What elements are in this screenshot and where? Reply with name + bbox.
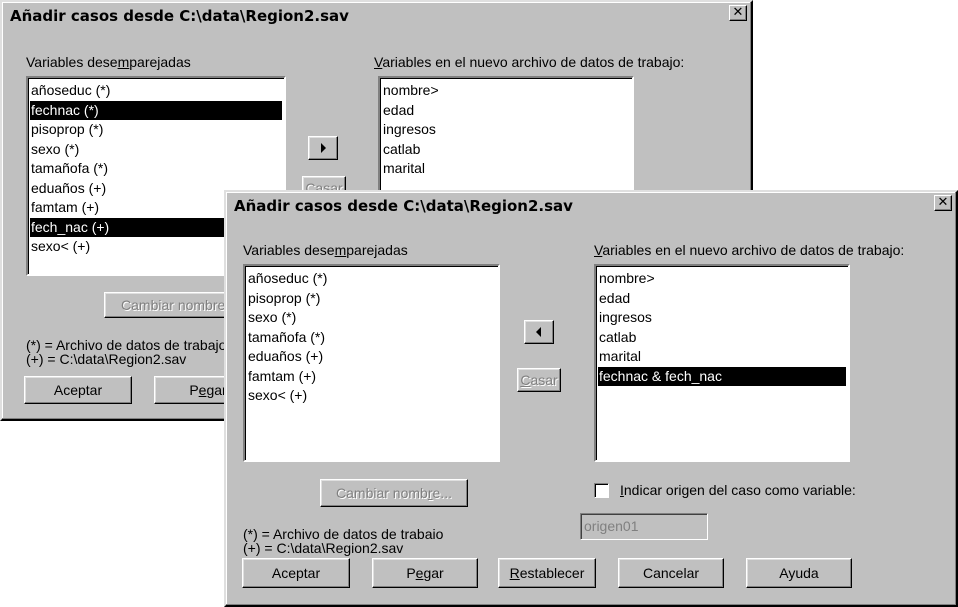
cancel-button[interactable]: Cancelar: [618, 558, 724, 588]
unpaired-variables-listbox[interactable]: añoseduc (*) pisoprop (*) sexo (*) tamañofa…: [243, 264, 500, 462]
new-vars-listbox[interactable]: nombre> edad ingresos catlab marital fechnac …: [594, 264, 850, 462]
back-legend-line1: (*) = Archivo de datos de trabajo: [26, 337, 227, 353]
close-icon: ✕: [732, 5, 744, 20]
list-item[interactable]: marital: [598, 347, 846, 367]
list-item[interactable]: tamañofa (*): [247, 328, 496, 348]
new-vars-label: Variables en el nuevo archivo de datos d…: [594, 242, 905, 258]
unpaired-variables-label: Variables desemparejadas: [243, 242, 408, 258]
list-item[interactable]: sexo (*): [247, 308, 496, 328]
list-item[interactable]: edad: [598, 289, 846, 309]
list-item[interactable]: nombre>: [382, 81, 630, 101]
ok-button[interactable]: Aceptar: [242, 558, 350, 588]
legend-line2: (+) = C:\data\Region2.sav: [243, 540, 404, 556]
list-item[interactable]: añoseduc (*): [30, 81, 282, 101]
list-item[interactable]: ingresos: [598, 308, 846, 328]
list-item[interactable]: añoseduc (*): [247, 269, 496, 289]
list-item[interactable]: ingresos: [382, 120, 630, 140]
indicate-origin-checkbox[interactable]: [594, 483, 609, 498]
back-dialog-close-button[interactable]: ✕: [729, 5, 747, 21]
back-move-right-button[interactable]: [308, 136, 338, 160]
back-ok-button[interactable]: Aceptar: [24, 376, 132, 404]
indicate-origin-label: Indicar origen del caso como variable:: [620, 482, 856, 498]
list-item[interactable]: catlab: [382, 140, 630, 160]
list-item[interactable]: sexo< (+): [247, 386, 496, 406]
list-item[interactable]: famtam (+): [247, 367, 496, 387]
front-dialog-close-button[interactable]: ✕: [934, 195, 952, 211]
rename-button[interactable]: Cambiar nombre...: [320, 479, 468, 507]
back-legend-line2: (+) = C:\data\Region2.sav: [26, 351, 187, 367]
list-item[interactable]: catlab: [598, 328, 846, 348]
list-item[interactable]: tamañofa (*): [30, 159, 282, 179]
reset-button[interactable]: Restablecer: [498, 558, 596, 588]
list-item[interactable]: fechnac (*): [30, 100, 282, 120]
move-left-button[interactable]: [524, 320, 554, 344]
paste-button[interactable]: Pegar: [372, 558, 478, 588]
list-item[interactable]: pisoprop (*): [30, 120, 282, 140]
back-new-vars-label: Variables en el nuevo archivo de datos d…: [374, 54, 685, 70]
list-item[interactable]: pisoprop (*): [247, 289, 496, 309]
help-button[interactable]: Ayuda: [746, 558, 852, 588]
legend-line1: (*) = Archivo de datos de trabaio: [243, 526, 444, 542]
arrow-right-icon: [321, 143, 326, 153]
list-item[interactable]: nombre>: [598, 269, 846, 289]
close-icon: ✕: [937, 195, 949, 210]
front-dialog: Añadir casos desde C:\data\Region2.sav ✕…: [224, 190, 958, 607]
match-button[interactable]: Casar: [517, 368, 561, 392]
list-item[interactable]: eduaños (+): [247, 347, 496, 367]
origin-variable-field[interactable]: origen01: [580, 513, 708, 540]
list-item[interactable]: marital: [382, 159, 630, 179]
list-item[interactable]: edad: [382, 101, 630, 121]
back-unpaired-label: Variables desemparejadas: [26, 54, 191, 70]
list-item[interactable]: fechnac & fech_nac: [598, 366, 846, 386]
arrow-left-icon: [536, 327, 541, 337]
list-item[interactable]: sexo (*): [30, 140, 282, 160]
front-dialog-title: Añadir casos desde C:\data\Region2.sav: [228, 194, 954, 218]
back-dialog-title: Añadir casos desde C:\data\Region2.sav: [4, 4, 749, 28]
